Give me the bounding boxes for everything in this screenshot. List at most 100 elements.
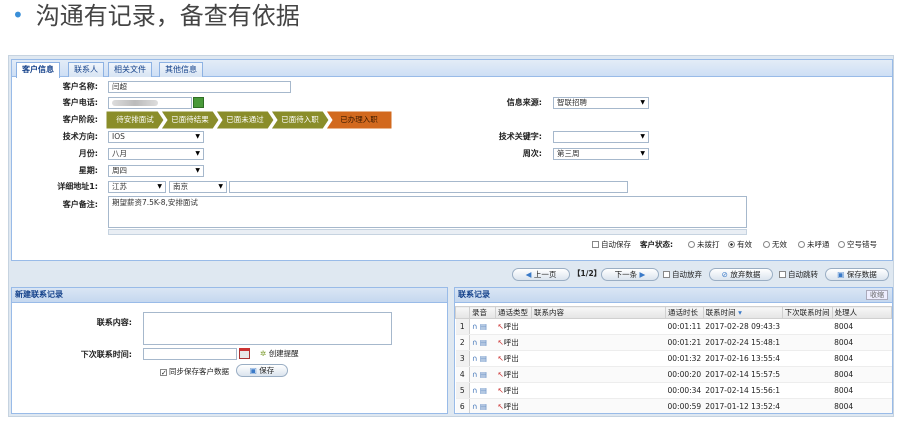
status-option-label: 未拨打 — [697, 240, 720, 249]
table-row[interactable]: 3 ∩ ▤ ↖呼出 00:01:32 2017-02-16 13:55:4 8004 — [455, 350, 892, 367]
call-type-cell: ↖呼出 — [495, 398, 532, 413]
duration-cell: 00:01:32 — [665, 350, 704, 367]
status-option-unassigned[interactable]: 未拨打 — [688, 240, 720, 250]
next-contact-time-label: 下次联系时间: — [80, 350, 132, 359]
stage-step-4[interactable]: 已面待入职 — [271, 111, 329, 129]
status-option-not-connected[interactable]: 未呼通 — [798, 240, 830, 250]
stage-step-2[interactable]: 已面待结果 — [161, 111, 219, 129]
remark-textarea[interactable]: 期望薪资7.5K-8,安排面试 — [108, 196, 747, 228]
headphone-icon[interactable]: ∩ — [472, 322, 478, 331]
remark-label: 客户备注: — [62, 200, 98, 209]
city-select[interactable]: 南京 ▼ — [169, 181, 227, 193]
auto-save-checkbox[interactable] — [592, 241, 599, 248]
save-icon[interactable]: ▤ — [480, 322, 487, 331]
call-type-label: 呼出 — [503, 370, 519, 379]
save-contact-button[interactable]: ▣ 保存 — [236, 364, 288, 377]
headphone-icon[interactable]: ∩ — [472, 386, 478, 395]
abandon-data-label: 放弃数据 — [730, 270, 761, 279]
handler-cell: 8004 — [832, 350, 892, 367]
row-number: 4 — [455, 366, 470, 383]
save-icon[interactable]: ▤ — [480, 386, 487, 395]
contact-content-textarea[interactable] — [143, 312, 392, 345]
info-source-select[interactable]: 智联招聘 ▼ — [553, 97, 649, 109]
duration-cell: 00:00:20 — [665, 366, 704, 383]
status-option-valid[interactable]: 有效 — [728, 240, 752, 250]
save-icon[interactable]: ▤ — [480, 402, 487, 411]
new-contact-title: 新建联系记录 — [12, 288, 447, 303]
save-icon[interactable]: ▤ — [480, 338, 487, 347]
radio-icon — [763, 241, 770, 248]
tech-direction-select[interactable]: IOS ▼ — [108, 131, 204, 143]
save-icon: ▣ — [837, 270, 845, 279]
tab-contacts[interactable]: 联系人 — [68, 62, 104, 77]
headphone-icon[interactable]: ∩ — [472, 338, 478, 347]
auto-abandon-checkbox[interactable] — [663, 271, 670, 278]
tab-customer-info[interactable]: 客户信息 — [16, 62, 60, 78]
col-call-type[interactable]: 通话类型 — [495, 306, 532, 319]
province-select[interactable]: 江苏 ▼ — [108, 181, 166, 193]
status-option-invalid[interactable]: 无效 — [763, 240, 787, 250]
col-duration[interactable]: 通话时长 — [665, 306, 704, 319]
sync-save-checkbox[interactable] — [160, 369, 167, 376]
call-type-cell: ↖呼出 — [495, 350, 532, 367]
auto-save-toggle[interactable]: 自动保存 — [592, 240, 631, 250]
col-recording[interactable]: 录音 — [469, 306, 496, 319]
row-number: 2 — [455, 334, 470, 351]
table-row[interactable]: 6 ∩ ▤ ↖呼出 00:00:59 2017-01-12 13:52:4 8004 — [455, 398, 892, 413]
calendar-icon[interactable] — [239, 348, 250, 359]
save-icon[interactable]: ▤ — [480, 354, 487, 363]
chevron-down-icon: ▼ — [195, 150, 200, 157]
table-row[interactable]: 4 ∩ ▤ ↖呼出 00:00:20 2017-02-14 15:57:5 8004 — [455, 366, 892, 383]
phone-copy-icon[interactable] — [193, 97, 204, 108]
save-data-label: 保存数据 — [846, 270, 877, 279]
status-option-empty-number[interactable]: 空号错号 — [838, 240, 877, 250]
next-time-cell — [782, 334, 833, 351]
tab-other-info[interactable]: 其他信息 — [159, 62, 203, 77]
content-cell — [531, 398, 666, 413]
handler-cell: 8004 — [832, 382, 892, 399]
stage-step-5[interactable]: 已办理入职 — [326, 111, 392, 129]
col-content[interactable]: 联系内容 — [531, 306, 666, 319]
month-select[interactable]: 八月 ▼ — [108, 148, 204, 160]
auto-jump-label: 自动跳转 — [788, 270, 818, 279]
stage-step-3[interactable]: 已面未通过 — [216, 111, 274, 129]
headphone-icon[interactable]: ∩ — [472, 370, 478, 379]
col-next-time[interactable]: 下次联系时间 — [781, 306, 833, 319]
save-icon[interactable]: ▤ — [480, 370, 487, 379]
headphone-icon[interactable]: ∩ — [472, 402, 478, 411]
stage-step-1[interactable]: 待安排面试 — [106, 111, 164, 129]
handler-cell: 8004 — [832, 366, 892, 383]
handler-cell: 8004 — [832, 334, 892, 351]
next-record-button[interactable]: 下一条 ▶ — [601, 268, 659, 281]
abandon-data-button[interactable]: ⊘ 放弃数据 — [709, 268, 773, 281]
week-select[interactable]: 第三周 ▼ — [553, 148, 649, 160]
save-data-button[interactable]: ▣ 保存数据 — [825, 268, 889, 281]
create-reminder-link[interactable]: ✲ 创建提醒 — [260, 349, 299, 359]
row-number: 3 — [455, 350, 470, 367]
tech-keyword-select[interactable]: ▼ — [553, 131, 649, 143]
call-type-cell: ↖呼出 — [495, 318, 532, 335]
tab-related-files[interactable]: 相关文件 — [108, 62, 152, 77]
radio-icon — [798, 241, 805, 248]
auto-jump-checkbox[interactable] — [779, 271, 786, 278]
weekday-select[interactable]: 周四 ▼ — [108, 165, 204, 177]
prev-page-button[interactable]: ◀ 上一页 — [512, 268, 570, 281]
row-number: 1 — [455, 318, 470, 335]
customer-name-input[interactable]: 闫超 — [108, 81, 291, 93]
call-type-label: 呼出 — [503, 338, 519, 347]
address-input[interactable] — [229, 181, 628, 193]
table-header-row: 录音 通话类型 联系内容 通话时长 联系时间 ▾ 下次联系时间 处理人 — [455, 306, 892, 319]
auto-abandon-toggle[interactable]: 自动放弃 — [663, 270, 702, 280]
table-row[interactable]: 1 ∩ ▤ ↖呼出 00:01:11 2017-02-28 09:43:3 8004 — [455, 318, 892, 335]
col-handler[interactable]: 处理人 — [831, 306, 892, 319]
col-contact-time[interactable]: 联系时间 ▾ — [702, 306, 783, 319]
sync-save-toggle[interactable]: 同步保存客户数据 — [160, 367, 229, 377]
table-row[interactable]: 5 ∩ ▤ ↖呼出 00:00:34 2017-02-14 15:56:1 8004 — [455, 382, 892, 399]
textarea-resize-bar[interactable] — [108, 229, 747, 235]
table-row[interactable]: 2 ∩ ▤ ↖呼出 00:01:21 2017-02-24 15:48:1 8004 — [455, 334, 892, 351]
next-contact-time-input[interactable] — [143, 348, 237, 360]
headphone-icon[interactable]: ∩ — [472, 354, 478, 363]
customer-phone-input[interactable] — [108, 97, 192, 109]
auto-jump-toggle[interactable]: 自动跳转 — [779, 270, 818, 280]
collapse-button[interactable]: 收缩 — [866, 290, 888, 300]
